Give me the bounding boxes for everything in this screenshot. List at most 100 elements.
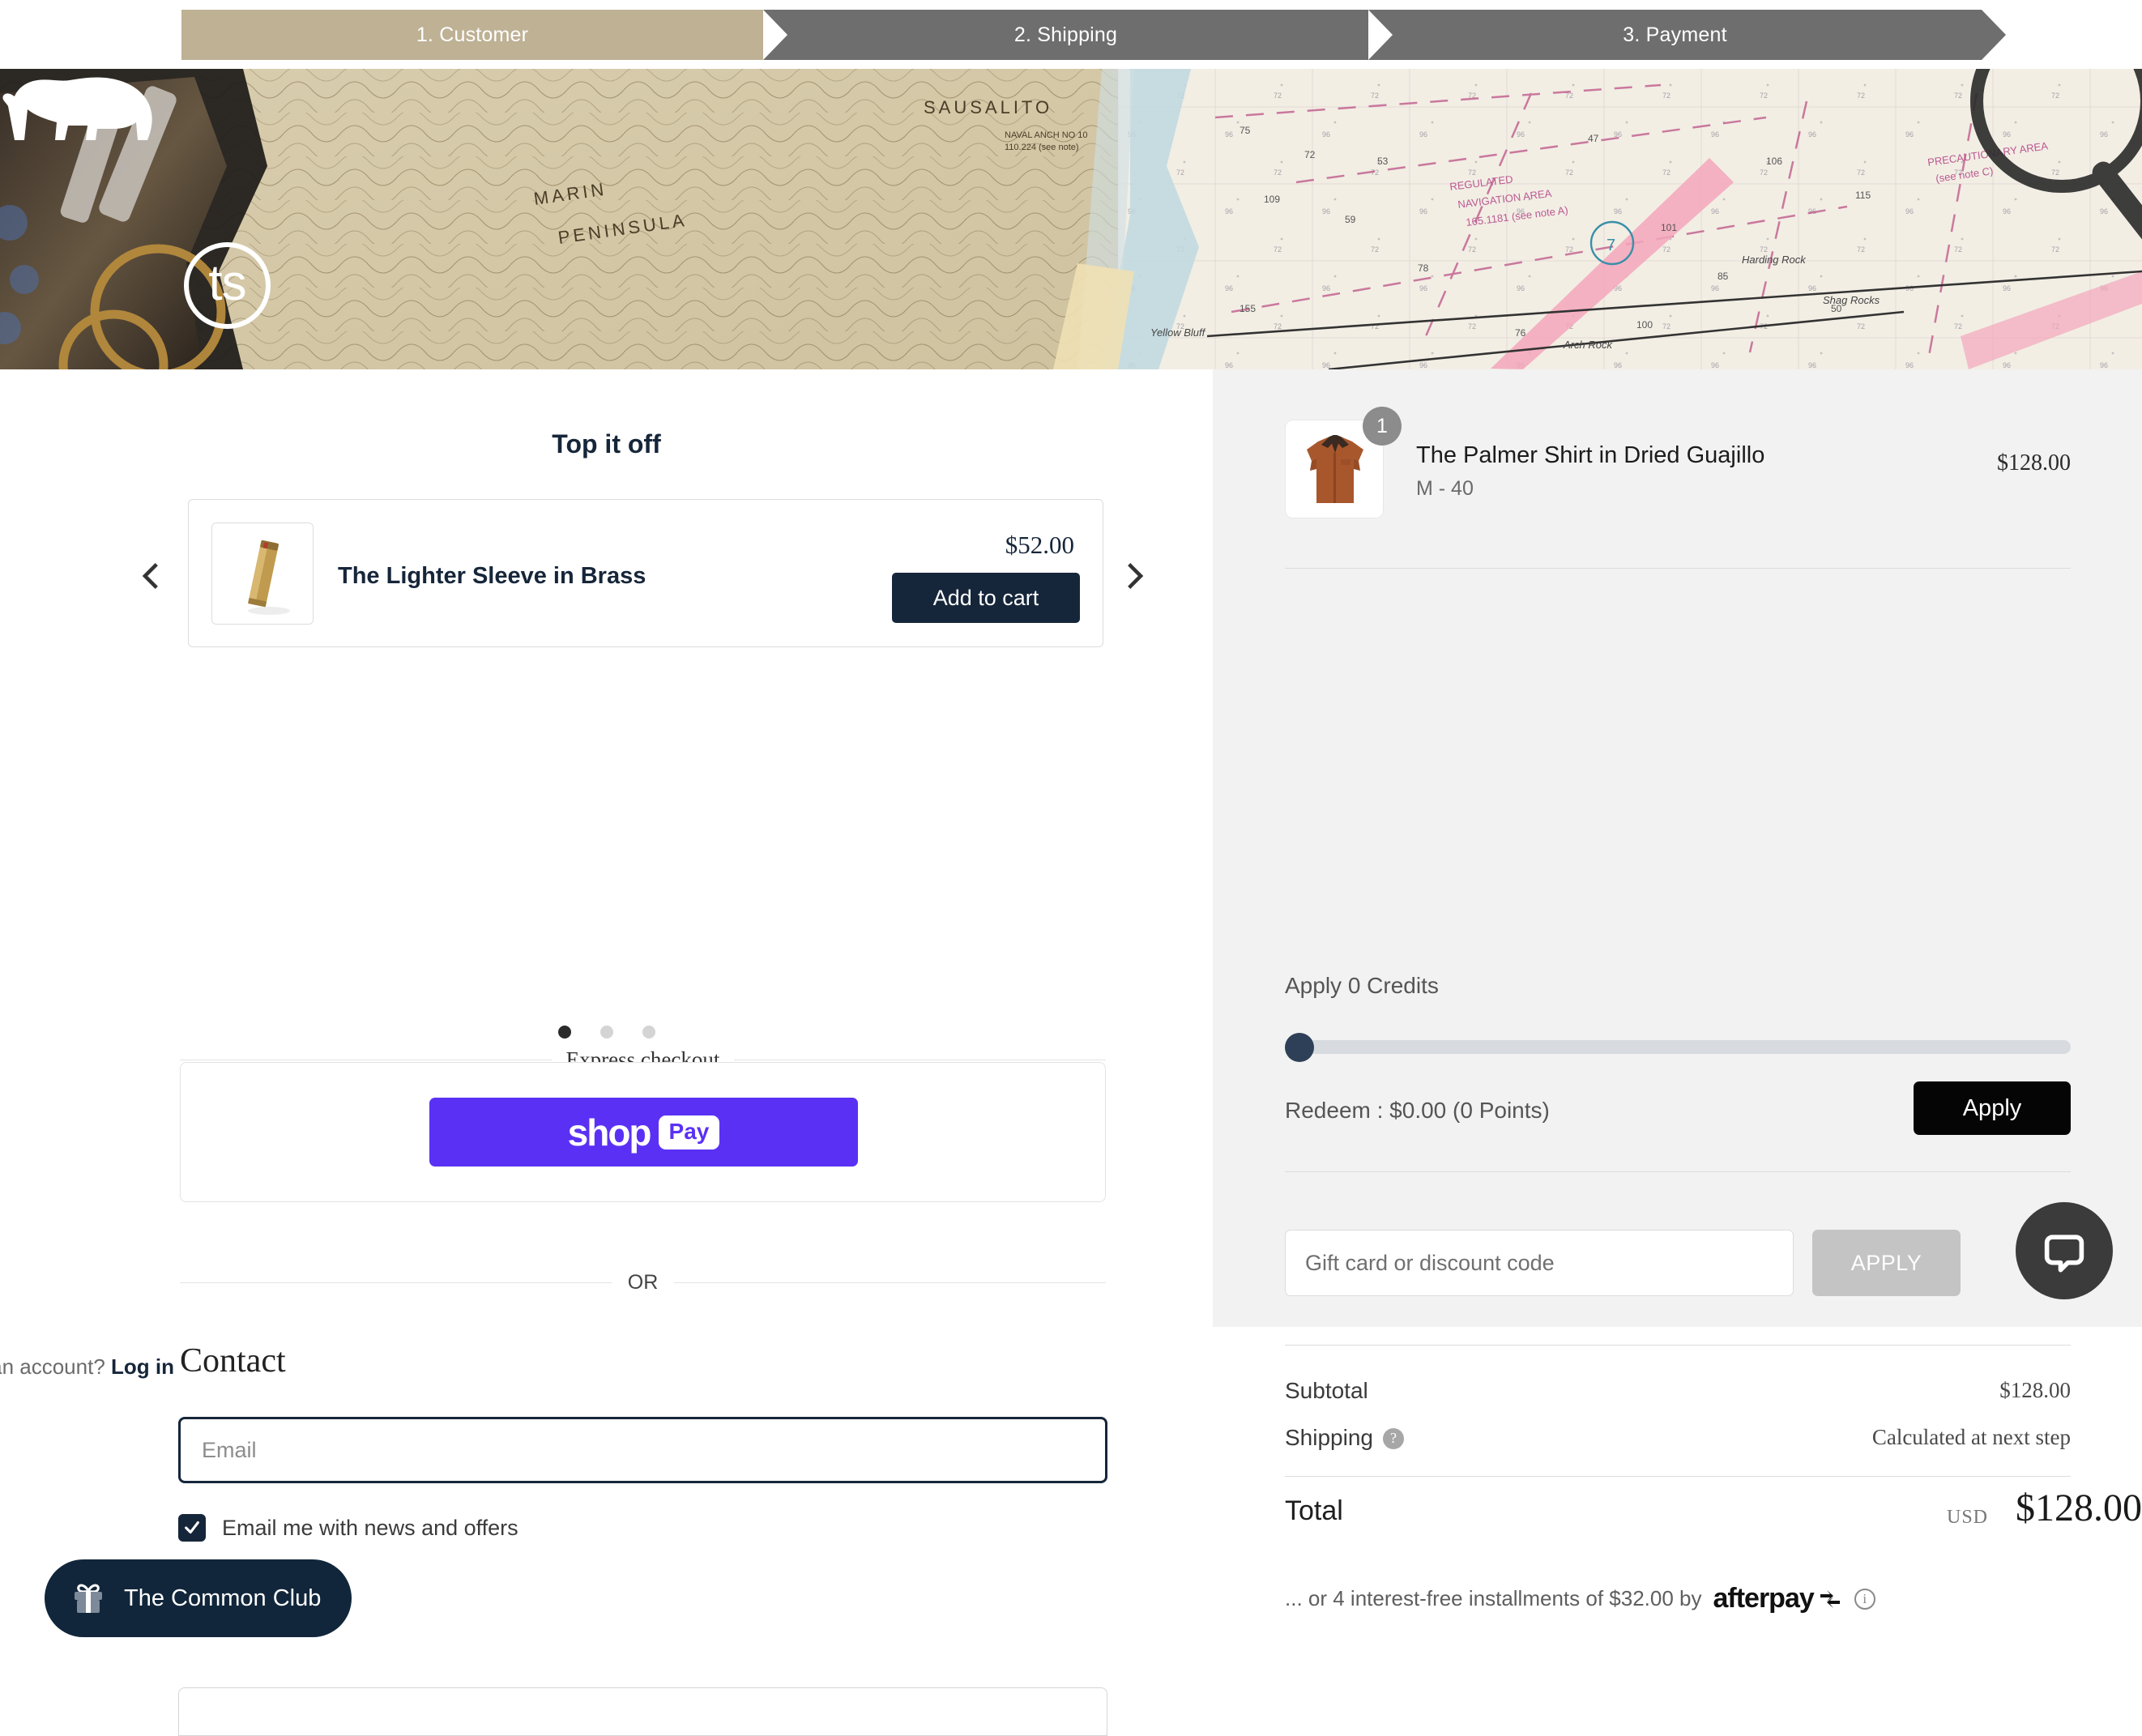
svg-text:59: 59 (1345, 214, 1356, 225)
apply-discount-button[interactable]: APPLY (1812, 1230, 1961, 1296)
svg-text:109: 109 (1264, 194, 1280, 205)
svg-text:100: 100 (1636, 319, 1653, 331)
upsell-product-name: The Lighter Sleeve in Brass (338, 563, 646, 590)
step-customer-label: 1. Customer (416, 23, 528, 47)
carousel-dot-1[interactable] (558, 1026, 571, 1039)
bear-silhouette-icon (0, 69, 159, 147)
afterpay-logo: afterpay (1713, 1583, 1842, 1614)
chevron-right-icon (1121, 562, 1149, 590)
upsell-product-thumbnail[interactable] (211, 523, 314, 625)
marketing-optin-row[interactable]: Email me with news and offers (178, 1514, 518, 1542)
summary-divider-1 (1285, 568, 2071, 569)
svg-text:47: 47 (1588, 133, 1599, 144)
express-checkout-box: shop Pay (180, 1062, 1106, 1202)
discount-code-input[interactable] (1285, 1230, 1794, 1296)
summary-divider-4 (1285, 1476, 2071, 1477)
checkout-form-column: Top it off The Lighter Sleeve in Brass $… (0, 369, 1213, 1327)
total-currency: USD (1947, 1507, 1988, 1529)
svg-text:110.224 (see note): 110.224 (see note) (1005, 143, 1079, 152)
summary-divider-3 (1285, 1345, 2071, 1346)
afterpay-arrows-icon (1817, 1589, 1843, 1610)
credits-slider[interactable] (1285, 1040, 2071, 1054)
lighter-sleeve-image (212, 523, 314, 625)
order-item-variant: M - 40 (1416, 477, 1474, 501)
svg-text:SAUSALITO: SAUSALITO (924, 97, 1052, 117)
carousel-pagination (0, 1026, 1213, 1039)
account-prompt: Have an account? Log in (0, 1354, 174, 1380)
shipping-label: Shipping? (1285, 1425, 1404, 1451)
banner-artwork: 72 96 REGULA (0, 69, 2142, 369)
carousel-dot-2[interactable] (600, 1026, 613, 1039)
svg-text:101: 101 (1661, 222, 1677, 233)
contact-heading: Contact (180, 1341, 286, 1380)
common-club-widget-button[interactable]: The Common Club (45, 1559, 352, 1637)
step-payment[interactable]: 3. Payment (1368, 10, 1982, 60)
svg-text:Arch Rock: Arch Rock (1563, 339, 1613, 351)
summary-divider-2 (1285, 1171, 2071, 1172)
redeem-value-text: Redeem : $0.00 (0 Points) (1285, 1098, 1550, 1124)
or-label: OR (628, 1271, 659, 1295)
total-amount: $128.00 (2016, 1486, 2142, 1530)
address-input[interactable] (178, 1687, 1107, 1736)
chat-bubble-icon (2042, 1229, 2086, 1273)
afterpay-wordmark: afterpay (1713, 1583, 1813, 1614)
upsell-title: Top it off (0, 429, 1213, 459)
afterpay-info-icon[interactable]: i (1854, 1589, 1875, 1610)
svg-text:53: 53 (1377, 156, 1389, 167)
svg-text:7: 7 (1606, 237, 1615, 254)
add-to-cart-button[interactable]: Add to cart (892, 573, 1080, 623)
svg-text:75: 75 (1240, 125, 1251, 136)
svg-text:Harding Rock: Harding Rock (1742, 254, 1807, 266)
order-line-item: 1 The Palmer Shirt in Dried Guajillo M -… (1285, 420, 2071, 517)
brand-logo-text: ts (208, 258, 245, 309)
marketing-optin-checkbox[interactable] (178, 1514, 206, 1542)
svg-text:Yellow Bluff: Yellow Bluff (1150, 326, 1206, 339)
svg-text:115: 115 (1855, 190, 1871, 201)
shipping-help-icon[interactable]: ? (1383, 1428, 1404, 1449)
total-label: Total (1285, 1495, 1343, 1527)
checkout-progress-bar: 1. Customer 2. Shipping 3. Payment (0, 0, 2142, 69)
credits-label: Apply 0 Credits (1285, 973, 1439, 999)
svg-text:76: 76 (1515, 327, 1526, 339)
gift-icon-svg (70, 1582, 106, 1614)
svg-text:NAVAL ANCH NO 10: NAVAL ANCH NO 10 (1005, 130, 1088, 140)
shop-pay-wordmark: shop (568, 1111, 651, 1154)
step-customer[interactable]: 1. Customer (181, 10, 763, 60)
upsell-product-price: $52.00 (1005, 531, 1074, 560)
or-divider: OR (180, 1271, 1106, 1295)
marketing-optin-label: Email me with news and offers (222, 1516, 518, 1541)
step-payment-label: 3. Payment (1623, 23, 1726, 47)
order-item-name: The Palmer Shirt in Dried Guajillo (1416, 442, 1764, 469)
email-input[interactable] (178, 1417, 1107, 1483)
svg-text:106: 106 (1766, 156, 1782, 167)
credits-slider-thumb[interactable] (1285, 1033, 1314, 1062)
svg-text:Shag Rocks: Shag Rocks (1823, 294, 1880, 306)
chat-widget-button[interactable] (2016, 1202, 2113, 1299)
step-shipping[interactable]: 2. Shipping (763, 10, 1368, 60)
or-line-right (674, 1282, 1106, 1283)
upsell-carousel-card: The Lighter Sleeve in Brass $52.00 Add t… (188, 499, 1103, 647)
step-payment-notch (1368, 10, 1393, 60)
step-shipping-notch (763, 10, 787, 60)
check-icon (183, 1519, 201, 1537)
brand-logo: ts (184, 242, 271, 329)
common-club-label: The Common Club (124, 1585, 321, 1612)
chevron-left-icon (137, 562, 164, 590)
carousel-next-button[interactable] (1116, 557, 1154, 595)
or-line-left (180, 1282, 612, 1283)
shop-pay-button[interactable]: shop Pay (429, 1098, 858, 1167)
shipping-value: Calculated at next step (1872, 1425, 2071, 1450)
apply-credits-button[interactable]: Apply (1914, 1081, 2071, 1135)
log-in-link[interactable]: Log in (111, 1354, 174, 1379)
order-item-quantity-badge: 1 (1363, 407, 1402, 446)
subtotal-value: $128.00 (1999, 1378, 2071, 1403)
carousel-dot-3[interactable] (642, 1026, 655, 1039)
svg-text:85: 85 (1717, 271, 1729, 282)
afterpay-installments-row: ... or 4 interest-free installments of $… (1285, 1583, 1875, 1614)
subtotal-label: Subtotal (1285, 1378, 1368, 1404)
carousel-prev-button[interactable] (132, 557, 169, 595)
account-prompt-text: Have an account? (0, 1354, 105, 1379)
svg-text:78: 78 (1418, 262, 1429, 274)
svg-text:72: 72 (1304, 149, 1316, 160)
step-shipping-label: 2. Shipping (1014, 23, 1117, 47)
